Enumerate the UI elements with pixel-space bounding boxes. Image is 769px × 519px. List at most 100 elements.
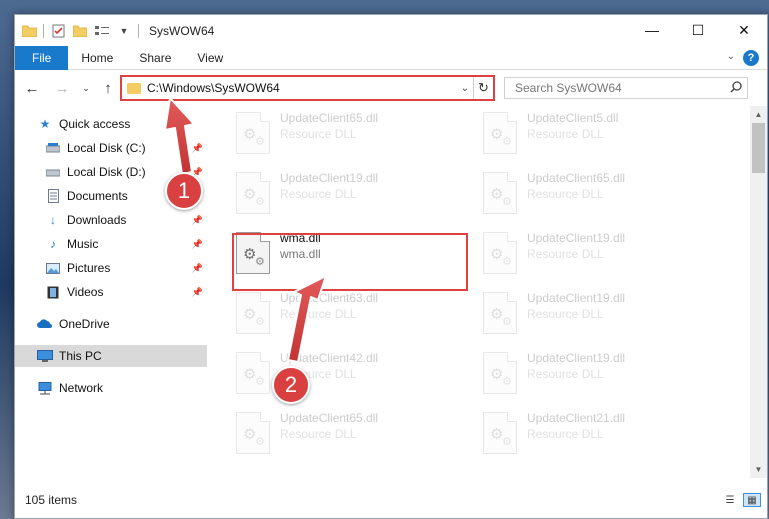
forward-arrow-icon[interactable]: → — [51, 77, 73, 99]
help-button[interactable]: ? — [743, 50, 759, 66]
file-type: Resource DLL — [527, 367, 604, 381]
file-type: Resource DLL — [280, 427, 357, 441]
file-name: UpdateClient65.dll — [280, 411, 379, 425]
recent-locations-chevron-icon[interactable]: ⌄ — [75, 77, 97, 99]
vertical-scrollbar[interactable]: ▲ ▼ — [750, 106, 767, 478]
list-item[interactable]: ⚙ ⚙ UpdateClient63.dll Resource DLL — [230, 286, 470, 342]
cloud-icon — [37, 317, 53, 331]
up-arrow-icon[interactable]: ↑ — [97, 77, 119, 99]
sidebar-item-label: This PC — [59, 349, 102, 363]
file-list: ⚙ ⚙ UpdateClient65.dll Resource DLL ⚙ ⚙ Upd… — [215, 106, 740, 478]
folder-icon[interactable] — [21, 23, 37, 39]
file-type: Resource DLL — [280, 187, 357, 201]
sidebar-item-this-pc[interactable]: This PC — [15, 345, 207, 367]
list-item[interactable]: ⚙ ⚙ UpdateClient65.dll Resource DLL — [477, 166, 717, 222]
tab-share[interactable]: Share — [126, 46, 184, 70]
status-bar: 105 items ☰ ▦ — [15, 487, 767, 513]
download-icon: ↓ — [50, 213, 56, 227]
pin-icon[interactable]: 📌 — [192, 143, 203, 154]
back-arrow-icon[interactable]: ← — [21, 77, 43, 99]
file-type: Resource DLL — [280, 127, 357, 141]
dll-file-icon: ⚙ ⚙ — [236, 292, 270, 334]
sidebar-item-onedrive[interactable]: OneDrive — [15, 313, 207, 335]
file-type: Resource DLL — [527, 307, 604, 321]
search-icon[interactable] — [725, 80, 747, 96]
tab-view[interactable]: View — [184, 46, 236, 70]
maximize-button[interactable]: ☐ — [675, 15, 721, 45]
computer-icon — [37, 349, 53, 363]
list-item[interactable]: ⚙ ⚙ UpdateClient5.dll Resource DLL — [477, 106, 717, 162]
dll-file-icon: ⚙ ⚙ — [483, 352, 517, 394]
pin-icon[interactable]: 📌 — [192, 263, 203, 274]
file-name: UpdateClient19.dll — [280, 171, 379, 185]
documents-icon — [45, 189, 61, 203]
dll-file-icon: ⚙ ⚙ — [483, 292, 517, 334]
sidebar-item-network[interactable]: Network — [15, 377, 207, 399]
dll-file-icon: ⚙ ⚙ — [483, 412, 517, 454]
tab-home[interactable]: Home — [68, 46, 126, 70]
sidebar-item-label: Pictures — [67, 261, 111, 275]
file-name: UpdateClient21.dll — [527, 411, 626, 425]
list-item[interactable]: ⚙ ⚙ UpdateClient19.dll Resource DLL — [477, 226, 717, 282]
dll-file-icon: ⚙ ⚙ — [236, 352, 270, 394]
sidebar-item-pictures[interactable]: Pictures 📌 — [15, 257, 207, 279]
sidebar-item-music[interactable]: ♪ Music 📌 — [15, 233, 207, 255]
pin-icon[interactable]: 📌 — [192, 239, 203, 250]
sidebar-item-local-disk-c[interactable]: Local Disk (C:) 📌 — [15, 137, 207, 159]
view-list-icon[interactable] — [94, 23, 110, 39]
dll-file-icon: ⚙ ⚙ — [236, 172, 270, 214]
address-dropdown-chevron-icon[interactable]: ⌄ — [457, 83, 473, 94]
list-item[interactable]: ⚙ ⚙ UpdateClient65.dll Resource DLL — [230, 406, 470, 462]
quick-access-toolbar: ▼ — [15, 23, 139, 39]
expand-ribbon-icon[interactable]: ⌄ — [727, 51, 735, 62]
address-path[interactable]: C:\Windows\SysWOW64 — [147, 81, 457, 95]
tab-file[interactable]: File — [15, 45, 69, 70]
sidebar-item-videos[interactable]: Videos 📌 — [15, 281, 207, 303]
window-title: SysWOW64 — [149, 23, 215, 38]
file-name: UpdateClient42.dll — [280, 351, 379, 365]
list-item[interactable]: ⚙ ⚙ UpdateClient42.dll Resource DLL — [230, 346, 470, 402]
address-bar[interactable]: C:\Windows\SysWOW64 ⌄ ↻ — [120, 75, 495, 101]
properties-icon[interactable] — [50, 23, 66, 39]
file-name: UpdateClient19.dll — [527, 291, 626, 305]
ribbon-tabs: File Home Share View ⌄ ? — [15, 45, 767, 70]
file-name: UpdateClient19.dll — [527, 351, 626, 365]
customize-toolbar-chevron-icon[interactable]: ▼ — [116, 23, 132, 39]
toolbar-separator — [43, 23, 44, 38]
refresh-icon[interactable]: ↻ — [473, 77, 493, 99]
scroll-down-icon[interactable]: ▼ — [750, 461, 767, 478]
list-item[interactable]: ⚙ ⚙ UpdateClient19.dll Resource DLL — [477, 346, 717, 402]
large-icons-view-icon[interactable]: ▦ — [743, 493, 761, 507]
window-controls: — ☐ ✕ — [629, 15, 767, 45]
list-item[interactable]: ⚙ ⚙ UpdateClient21.dll Resource DLL — [477, 406, 717, 462]
item-count: 105 items — [25, 493, 78, 507]
file-type: Resource DLL — [527, 127, 604, 141]
sidebar-item-label: OneDrive — [59, 317, 110, 331]
sidebar-item-quick-access[interactable]: ★ Quick access — [15, 113, 207, 135]
folder-icon — [127, 82, 141, 94]
search-box[interactable]: Search SysWOW64 — [504, 77, 748, 99]
file-name: UpdateClient5.dll — [527, 111, 619, 125]
file-name: UpdateClient65.dll — [527, 171, 626, 185]
dll-file-icon: ⚙ ⚙ — [236, 412, 270, 454]
navigation-pane: ★ Quick access Local Disk (C:) 📌 Local D… — [15, 113, 207, 475]
sidebar-item-downloads[interactable]: ↓ Downloads 📌 — [15, 209, 207, 231]
list-item[interactable]: ⚙ ⚙ UpdateClient19.dll Resource DLL — [230, 166, 470, 222]
details-view-icon[interactable]: ☰ — [721, 493, 739, 507]
scroll-up-icon[interactable]: ▲ — [750, 106, 767, 123]
minimize-button[interactable]: — — [629, 15, 675, 45]
scrollbar-thumb[interactable] — [752, 123, 765, 173]
pin-icon[interactable]: 📌 — [192, 215, 203, 226]
new-folder-icon[interactable] — [72, 23, 88, 39]
drive-icon — [45, 165, 61, 179]
file-type: Resource DLL — [527, 247, 604, 261]
pin-icon[interactable]: 📌 — [192, 287, 203, 298]
music-icon: ♪ — [50, 237, 56, 251]
dll-file-icon: ⚙ ⚙ — [483, 232, 517, 274]
close-button[interactable]: ✕ — [721, 15, 767, 45]
sidebar-item-label: Downloads — [67, 213, 127, 227]
list-item[interactable]: ⚙ ⚙ UpdateClient65.dll Resource DLL — [230, 106, 470, 162]
list-item[interactable]: ⚙ ⚙ UpdateClient19.dll Resource DLL — [477, 286, 717, 342]
file-type: Resource DLL — [527, 427, 604, 441]
search-input[interactable]: Search SysWOW64 — [515, 81, 725, 95]
